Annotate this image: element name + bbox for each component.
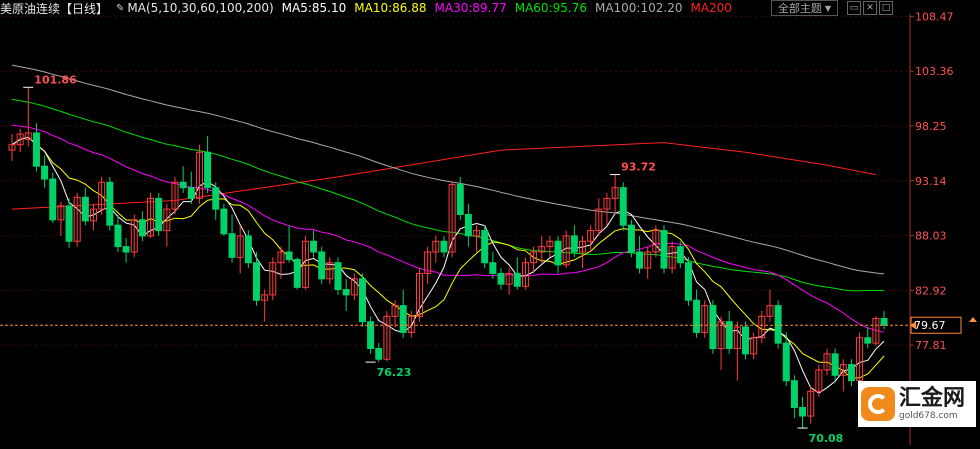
candle-body-down [65, 205, 73, 242]
candle-body-down [693, 299, 701, 333]
candle-body-down [41, 165, 49, 180]
ma5-value: MA5:85.10 [281, 1, 347, 15]
y-tick-label: 93.14 [915, 175, 947, 188]
y-tick-label: 108.47 [915, 10, 954, 23]
candle-body-down [440, 240, 448, 253]
ma-icon[interactable]: ✎ [116, 3, 124, 14]
candle-body-down [774, 305, 782, 344]
candle-body-down [138, 219, 146, 237]
ma100-value: MA100:102.20 [594, 1, 683, 15]
close-button[interactable]: ✕ [863, 1, 877, 15]
last-price-label: 79.67 [914, 319, 946, 332]
candle-body-down [310, 240, 318, 253]
candle-body-down [489, 262, 497, 274]
ma60-line [11, 98, 885, 292]
candle-body-down [831, 353, 839, 376]
close-icon: ✕ [866, 3, 874, 13]
maximize-icon: □ [881, 3, 891, 13]
scroll-up-icon [969, 317, 977, 322]
ma100-line [11, 64, 885, 275]
candle-body-down [554, 240, 562, 266]
candle-body-down [570, 235, 578, 253]
y-tick-label: 82.92 [915, 284, 947, 297]
y-tick-label: 103.36 [915, 65, 954, 78]
theme-select[interactable]: 全部主题 ▼ [771, 0, 838, 16]
candle-body-down [318, 251, 326, 280]
high-price-label: 101.86 [34, 73, 77, 86]
ma30-value: MA30:89.77 [434, 1, 507, 15]
candle-body-down [880, 317, 888, 326]
candle-body-down [358, 278, 366, 323]
candle-body-down [81, 196, 89, 222]
candle-body-down [49, 178, 57, 221]
candle-body-down [32, 132, 40, 167]
candle-body-down [114, 224, 122, 248]
candle-body-down [187, 187, 195, 199]
candle-body-down [285, 251, 293, 260]
candle-body-down [709, 305, 717, 349]
minimize-button[interactable]: ▭ [847, 1, 861, 15]
low-price-label: 70.08 [809, 432, 844, 445]
y-tick-label: 98.25 [915, 120, 947, 133]
candle-body-down [220, 208, 228, 235]
candle-body-down [464, 213, 472, 237]
candle-body-down [212, 187, 220, 210]
y-tick-label: 77.81 [915, 339, 947, 352]
candle-body-down [179, 181, 187, 189]
watermark-url: gold678.com [899, 411, 958, 421]
candle-body-down [155, 197, 163, 232]
candle-body-down [684, 262, 692, 301]
watermark-brand: 汇金网 [899, 386, 966, 411]
gold678-logo-icon [861, 387, 895, 421]
candle-body-down [342, 289, 350, 296]
candle-body-down [619, 187, 627, 226]
low-price-label: 76.23 [377, 366, 412, 379]
ma200-line [11, 142, 876, 210]
candlestick-chart: 108.47 103.36 98.25 93.14 88.03 82.92 77.81 101… [0, 0, 980, 445]
price-chart-svg: 108.47 103.36 98.25 93.14 88.03 82.92 77.81 101… [0, 10, 977, 445]
ma200-value: MA200 [690, 1, 732, 15]
ma60-value: MA60:95.76 [514, 1, 587, 15]
chevron-down-icon: ▼ [824, 3, 832, 13]
candle-body-down [847, 364, 855, 382]
candle-body-down [864, 337, 872, 344]
candle-body-down [660, 230, 668, 269]
candle-body-down [799, 406, 807, 417]
candle-body-down [782, 342, 790, 382]
candle-body-down [228, 233, 236, 258]
candle-body-down [293, 258, 301, 288]
candle-body-down [627, 224, 635, 253]
candle-body-down [399, 305, 407, 333]
ma-title: MA(5,10,30,60,100,200) [127, 1, 274, 15]
candle-body-down [204, 151, 212, 189]
y-tick-label: 88.03 [915, 230, 947, 243]
watermark-logo: 汇金网 gold678.com [858, 381, 976, 427]
candle-body-down [456, 183, 464, 215]
candle-body-down [122, 246, 130, 253]
candle-body-down [513, 272, 521, 287]
candle-body-down [244, 235, 252, 264]
candle-body-down [636, 251, 644, 269]
instrument-name: 美原油连续 [0, 1, 61, 16]
theme-label: 全部主题 [777, 2, 822, 15]
high-price-label: 93.72 [621, 161, 656, 174]
minimize-icon: ▭ [849, 3, 859, 13]
candle-body-down [497, 272, 505, 285]
candle-body-down [375, 347, 383, 360]
period-label[interactable]: 【日线】 [60, 0, 108, 17]
candle-body-down [334, 262, 342, 291]
candle-body-down [742, 326, 749, 355]
ma10-value: MA10:86.88 [354, 1, 427, 15]
candle-body-down [676, 246, 684, 264]
candle-body-down [790, 380, 798, 408]
candle-body-down [481, 230, 489, 264]
maximize-button[interactable]: □ [879, 1, 893, 15]
candle-body-down [253, 262, 260, 301]
candle-body-down [106, 181, 114, 226]
